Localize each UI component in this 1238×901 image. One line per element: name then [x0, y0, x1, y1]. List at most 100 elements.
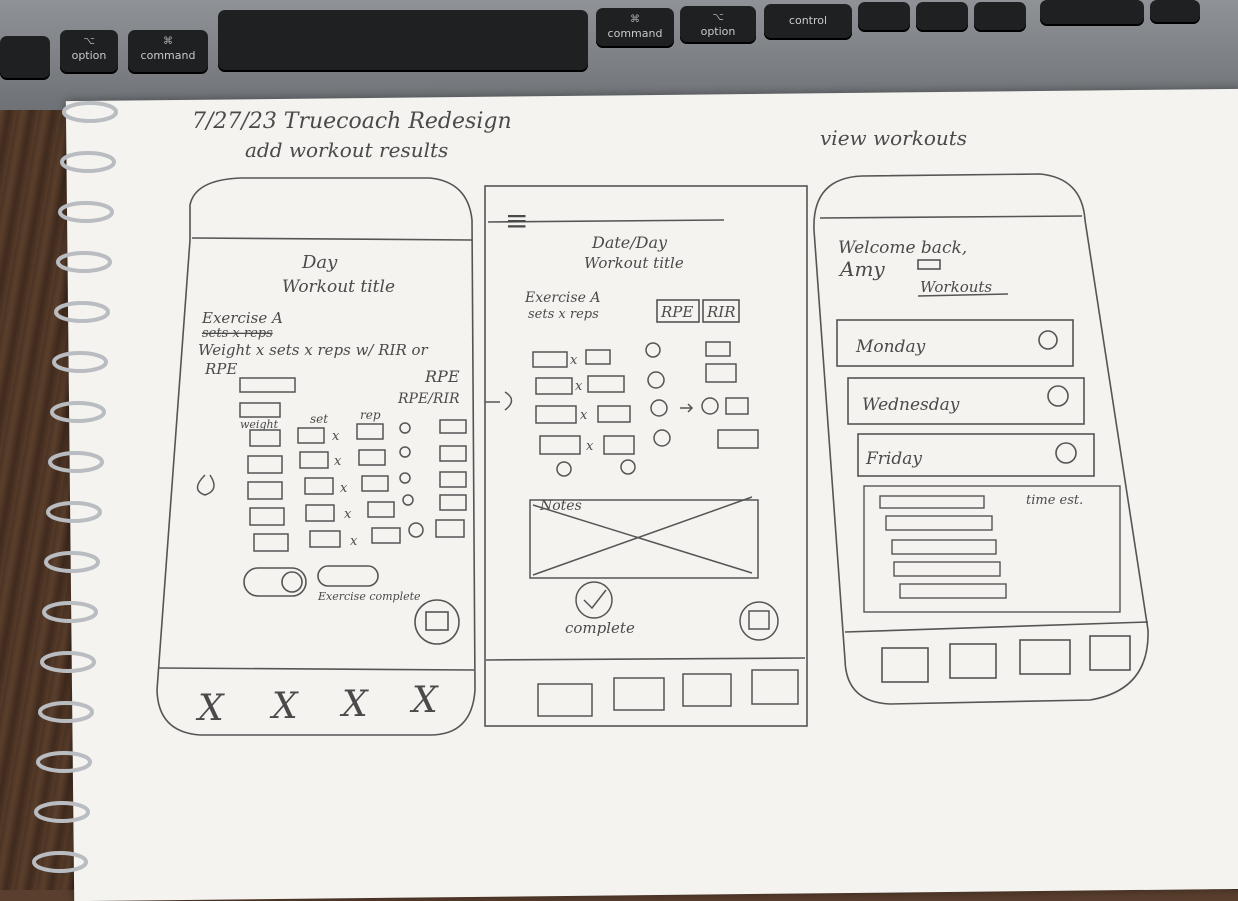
x-mark: x [580, 408, 588, 423]
header-divider [819, 215, 1083, 219]
rpe-input[interactable] [439, 419, 467, 434]
nav-item[interactable] [1089, 635, 1131, 671]
x-circle-icon[interactable] [650, 399, 668, 417]
weight-input[interactable] [253, 533, 289, 552]
right-title: view workouts [820, 126, 967, 150]
set-input[interactable] [304, 477, 334, 495]
set-input[interactable] [309, 530, 341, 548]
rpe-input[interactable] [439, 445, 467, 462]
nav-item[interactable] [751, 669, 799, 705]
weight-input[interactable] [247, 455, 283, 474]
chat-icon-bubble [748, 610, 770, 630]
emoji-scribble [917, 259, 941, 270]
rpe-input[interactable] [705, 363, 737, 383]
add-weight-icon[interactable] [556, 461, 572, 477]
table-row [253, 519, 465, 552]
s1-exercise: Exercise A [201, 309, 283, 327]
rep-input[interactable] [603, 435, 635, 455]
check-icon[interactable] [399, 422, 411, 434]
scribble-box [239, 402, 281, 418]
rep-input[interactable] [361, 475, 389, 492]
s1-day: Day [301, 252, 338, 273]
set-input[interactable] [297, 427, 325, 444]
check-icon[interactable] [701, 397, 719, 415]
rep-input[interactable] [367, 501, 395, 518]
weight-input[interactable] [535, 377, 573, 395]
check-icon[interactable] [399, 446, 411, 458]
scribble-box [239, 377, 296, 393]
weight-input[interactable] [249, 507, 285, 526]
arrow-icon [680, 403, 694, 413]
weight-input[interactable] [247, 481, 283, 500]
check-icon[interactable] [402, 494, 414, 506]
x-mark: x [332, 429, 340, 444]
set-input[interactable] [299, 451, 329, 469]
rpe-input[interactable] [717, 429, 759, 449]
add-rep-icon[interactable] [620, 459, 636, 475]
s3-time-est: time est. [1026, 493, 1083, 508]
placeholder-line [885, 515, 993, 531]
nav-item[interactable]: X [339, 684, 369, 725]
rep-input[interactable] [371, 527, 401, 544]
checkmark [583, 589, 607, 610]
nav-divider [844, 621, 1149, 633]
rpe-input[interactable] [705, 341, 731, 357]
rep-input[interactable] [358, 449, 386, 466]
nav-item[interactable] [682, 673, 732, 707]
nav-divider [157, 667, 475, 671]
complete-check-icon[interactable] [575, 581, 613, 619]
refresh-icon [504, 391, 513, 411]
rpe-input[interactable] [725, 397, 749, 415]
rep-input[interactable] [597, 405, 631, 423]
header-divider [191, 237, 473, 241]
nav-item[interactable] [881, 647, 929, 683]
nav-item[interactable] [1019, 639, 1071, 675]
rep-input[interactable] [587, 375, 625, 393]
weight-input[interactable] [249, 429, 281, 447]
check-circle-icon [1047, 385, 1069, 407]
rpe-input[interactable] [439, 471, 467, 488]
s3-name: Amy [838, 257, 885, 281]
nav-item[interactable] [949, 643, 997, 679]
weight-input[interactable] [535, 405, 577, 424]
nav-item[interactable]: X [195, 688, 225, 729]
toggle-switch[interactable] [243, 567, 307, 597]
chat-icon[interactable] [414, 599, 460, 645]
nav-item[interactable] [613, 677, 665, 711]
hamburger-menu-icon[interactable]: ≡ [505, 204, 528, 237]
workout-day-label: Monday [855, 337, 926, 357]
x-mark: x [575, 379, 583, 394]
list-item[interactable]: Wednesday [847, 377, 1085, 425]
rpe-input[interactable] [439, 494, 467, 511]
check-icon[interactable] [408, 522, 424, 538]
s1-sets-reps-struck: sets x reps [202, 326, 273, 341]
set-input[interactable] [305, 504, 335, 522]
rpe-label: RPE [660, 303, 693, 321]
weight-input[interactable] [532, 351, 568, 368]
s1-col-weight: weight [240, 418, 279, 431]
rep-input[interactable] [356, 423, 384, 440]
nav-item[interactable]: X [269, 686, 299, 727]
chat-icon[interactable] [739, 601, 779, 641]
rep-input[interactable] [585, 349, 611, 365]
check-icon[interactable] [653, 429, 671, 447]
nav-item[interactable]: X [409, 680, 439, 721]
nav-item[interactable] [537, 683, 593, 717]
rpe-input[interactable] [435, 519, 465, 538]
check-icon[interactable] [399, 472, 411, 484]
s2-exercise: Exercise A [524, 290, 600, 306]
toggle-scribble [317, 565, 379, 587]
list-item[interactable]: Friday [857, 433, 1095, 477]
x-mark: x [350, 534, 358, 549]
subtitle: add workout results [245, 138, 448, 162]
list-item[interactable]: Monday [836, 319, 1074, 367]
x-mark: x [334, 454, 342, 469]
check-icon[interactable] [647, 371, 665, 389]
check-icon[interactable] [645, 342, 661, 358]
s1-rpe-left: RPE [204, 360, 237, 378]
weight-input[interactable] [539, 435, 581, 455]
s1-controls [243, 565, 460, 645]
check-circle-icon [1038, 330, 1058, 350]
workout-day-label: Friday [865, 449, 922, 469]
nav-divider [485, 657, 806, 661]
